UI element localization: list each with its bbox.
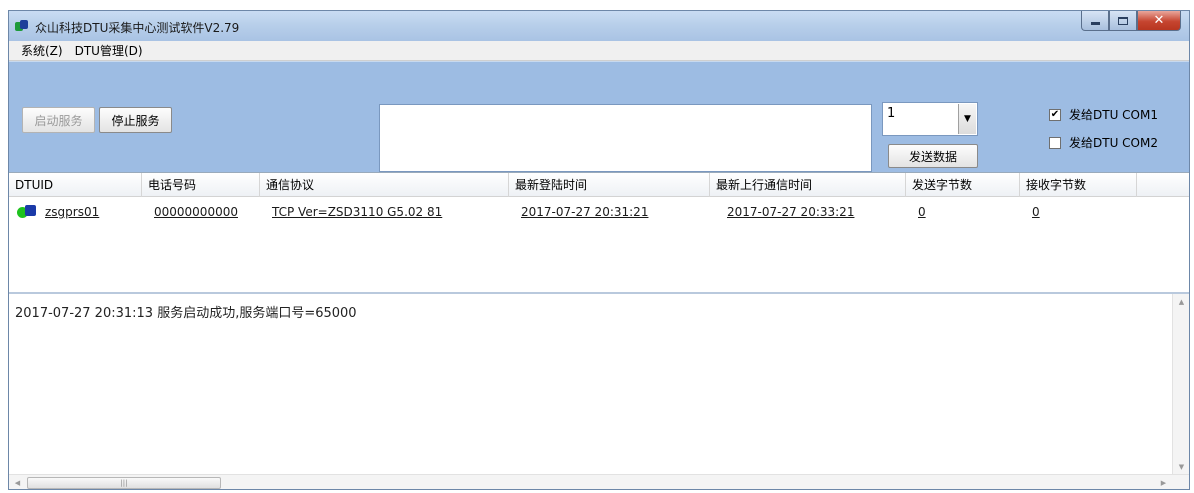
menu-system[interactable]: 系统(Z) [15, 42, 69, 59]
col-protocol[interactable]: 通信协议 [260, 173, 509, 197]
cell-recv-bytes[interactable]: 0 [1026, 201, 1040, 223]
scroll-right-icon[interactable]: ▶ [1155, 475, 1172, 489]
col-recv-bytes[interactable]: 接收字节数 [1020, 173, 1137, 197]
app-window: 众山科技DTU采集中心测试软件V2.79 ✕ 系统(Z) DTU管理(D) 启动… [8, 10, 1190, 490]
cell-uplink-time[interactable]: 2017-07-27 20:33:21 [721, 201, 854, 223]
window-title: 众山科技DTU采集中心测试软件V2.79 [35, 21, 240, 35]
title-bar: 众山科技DTU采集中心测试软件V2.79 ✕ [9, 11, 1189, 41]
col-uplink-time[interactable]: 最新上行通信时间 [710, 173, 906, 197]
scroll-left-icon[interactable]: ◀ [9, 475, 26, 489]
col-dtuid[interactable]: DTUID [9, 173, 142, 197]
minimize-icon [1090, 22, 1100, 25]
log-line: 2017-07-27 20:31:13 服务启动成功,服务端口号=65000 [15, 306, 357, 321]
menu-dtu-manage[interactable]: DTU管理(D) [69, 42, 149, 59]
horizontal-scrollbar[interactable]: ◀ ||| ▶ [9, 474, 1189, 489]
grid-header: DTUID 电话号码 通信协议 最新登陆时间 最新上行通信时间 发送字节数 接收… [9, 173, 1189, 197]
dtu-online-icon [17, 205, 39, 219]
com1-option[interactable]: ✔ 发给DTU COM1 [1049, 106, 1158, 123]
cell-phone[interactable]: 00000000000 [148, 201, 238, 223]
scroll-down-icon[interactable]: ▼ [1173, 459, 1189, 475]
com2-option[interactable]: 发给DTU COM2 [1049, 134, 1158, 151]
vertical-scrollbar[interactable]: ▲ ▼ [1172, 294, 1189, 475]
stop-service-button[interactable]: 停止服务 [99, 107, 172, 133]
channel-select-value: 1 [887, 106, 896, 121]
scroll-up-icon[interactable]: ▲ [1173, 294, 1189, 310]
chevron-down-icon[interactable]: ▼ [958, 104, 976, 134]
col-sent-bytes[interactable]: 发送字节数 [906, 173, 1020, 197]
close-icon: ✕ [1153, 13, 1165, 28]
maximize-icon [1118, 16, 1128, 25]
cell-login-time[interactable]: 2017-07-27 20:31:21 [515, 201, 648, 223]
message-input[interactable] [379, 104, 872, 172]
com2-checkbox[interactable] [1049, 136, 1061, 149]
cell-protocol[interactable]: TCP Ver=ZSD3110 G5.02 81 [266, 201, 442, 223]
menu-bar: 系统(Z) DTU管理(D) [9, 41, 1189, 61]
send-data-button[interactable]: 发送数据 [888, 144, 978, 168]
com1-label: 发给DTU COM1 [1069, 108, 1158, 122]
app-icon [15, 20, 29, 32]
control-panel: 启动服务 停止服务 1 ▼ 发送数据 ✔ 发给DTU COM1 发给DTU CO… [9, 62, 1189, 172]
com1-checkbox[interactable]: ✔ [1049, 108, 1061, 121]
col-phone[interactable]: 电话号码 [142, 173, 260, 197]
minimize-button[interactable] [1081, 11, 1109, 31]
dtu-grid: DTUID 电话号码 通信协议 最新登陆时间 最新上行通信时间 发送字节数 接收… [9, 172, 1189, 292]
caption-buttons: ✕ [1081, 11, 1181, 31]
table-row[interactable]: zsgprs01 00000000000 TCP Ver=ZSD3110 G5.… [9, 201, 1189, 223]
com2-label: 发给DTU COM2 [1069, 136, 1158, 150]
col-login-time[interactable]: 最新登陆时间 [509, 173, 710, 197]
maximize-button[interactable] [1109, 11, 1137, 31]
log-panel[interactable]: 2017-07-27 20:31:13 服务启动成功,服务端口号=65000 ▲… [9, 292, 1189, 489]
start-service-button[interactable]: 启动服务 [22, 107, 95, 133]
cell-sent-bytes[interactable]: 0 [912, 201, 926, 223]
close-button[interactable]: ✕ [1137, 11, 1181, 31]
horizontal-scroll-thumb[interactable]: ||| [27, 477, 221, 489]
cell-dtuid[interactable]: zsgprs01 [39, 201, 99, 223]
channel-select[interactable]: 1 ▼ [882, 102, 978, 136]
